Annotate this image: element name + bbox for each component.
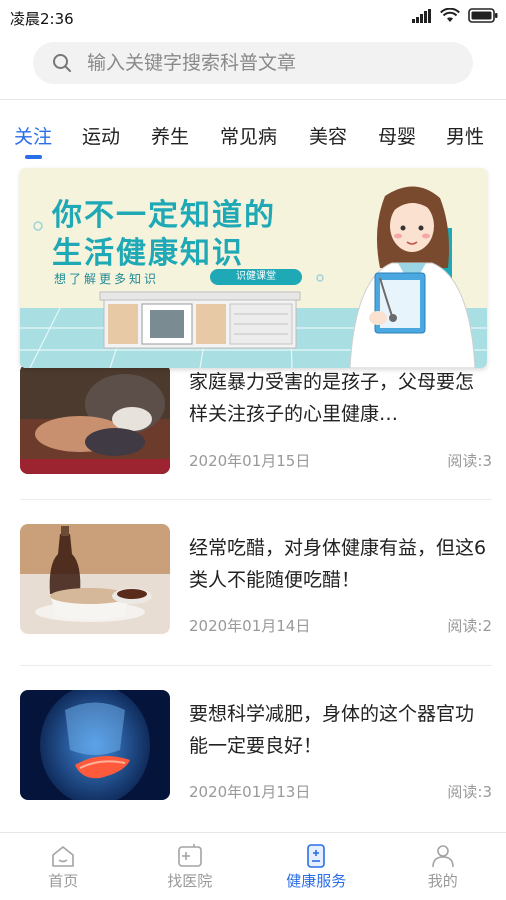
promo-banner[interactable]: 你不一定知道的 生活健康知识 想了解更多知识 识健课堂 xyxy=(20,168,487,368)
tab-sports[interactable]: 运动 xyxy=(82,122,120,149)
home-icon xyxy=(52,846,75,867)
article-date: 2020年01月15日 xyxy=(189,452,311,470)
tab-beauty[interactable]: 美容 xyxy=(309,122,347,149)
tab-men[interactable]: 男性 xyxy=(446,122,484,149)
nav-label: 找医院 xyxy=(167,872,213,890)
article-thumbnail xyxy=(20,524,170,634)
health-service-icon xyxy=(307,844,326,868)
divider xyxy=(0,99,506,100)
tab-indicator xyxy=(25,155,42,159)
article-read-count: 阅读:3 xyxy=(447,783,492,801)
nav-label: 我的 xyxy=(427,872,458,890)
article-date: 2020年01月13日 xyxy=(189,783,311,801)
nav-home[interactable]: 首页 xyxy=(0,833,127,900)
signal-icon xyxy=(412,8,431,23)
profile-icon xyxy=(431,845,454,868)
banner-button[interactable]: 识健课堂 xyxy=(210,269,302,285)
article-date: 2020年01月14日 xyxy=(189,617,311,635)
status-bar: 凌晨2:36 xyxy=(0,0,506,34)
nav-label: 首页 xyxy=(48,872,79,890)
article-thumbnail xyxy=(20,690,170,800)
battery-icon xyxy=(468,8,498,23)
status-icons xyxy=(412,8,498,23)
status-time: 凌晨2:36 xyxy=(10,10,74,28)
nav-find-hospital[interactable]: 找医院 xyxy=(127,833,254,900)
category-tabs: 关注 运动 养生 常见病 美容 母婴 男性 xyxy=(0,118,506,162)
tab-mother-baby[interactable]: 母婴 xyxy=(378,122,416,149)
banner-subtitle: 想了解更多知识 xyxy=(54,272,160,286)
article-read-count: 阅读:3 xyxy=(447,452,492,470)
nav-label: 健康服务 xyxy=(286,872,347,890)
article-title[interactable]: 要想科学减肥，身体的这个器官功能一定要良好！ xyxy=(189,698,489,762)
article-title[interactable]: 经常吃醋，对身体健康有益，但这6类人不能随便吃醋！ xyxy=(189,532,489,596)
divider xyxy=(20,499,492,500)
article-thumbnail xyxy=(20,364,170,474)
article-item[interactable]: 经常吃醋，对身体健康有益，但这6类人不能随便吃醋！ 2020年01月14日 阅读… xyxy=(0,524,506,690)
bottom-nav: 首页 找医院 健康服务 我的 xyxy=(0,832,506,900)
search-icon xyxy=(51,52,73,74)
nav-health-service[interactable]: 健康服务 xyxy=(253,833,380,900)
banner-title-line-2: 生活健康知识 xyxy=(52,236,244,271)
article-title[interactable]: 家庭暴力受害的是孩子，父母要怎样关注孩子的心里健康… xyxy=(189,366,489,430)
tab-follow[interactable]: 关注 xyxy=(14,122,52,149)
search-bar[interactable] xyxy=(33,42,473,84)
article-read-count: 阅读:2 xyxy=(447,617,492,635)
wifi-icon xyxy=(440,8,460,22)
tab-wellness[interactable]: 养生 xyxy=(151,122,189,149)
tab-common-diseases[interactable]: 常见病 xyxy=(220,122,277,149)
search-input[interactable] xyxy=(87,52,447,74)
divider xyxy=(20,665,492,666)
nav-profile[interactable]: 我的 xyxy=(380,833,506,900)
hospital-icon xyxy=(177,844,202,867)
article-item[interactable]: 家庭暴力受害的是孩子，父母要怎样关注孩子的心里健康… 2020年01月15日 阅… xyxy=(0,364,506,532)
